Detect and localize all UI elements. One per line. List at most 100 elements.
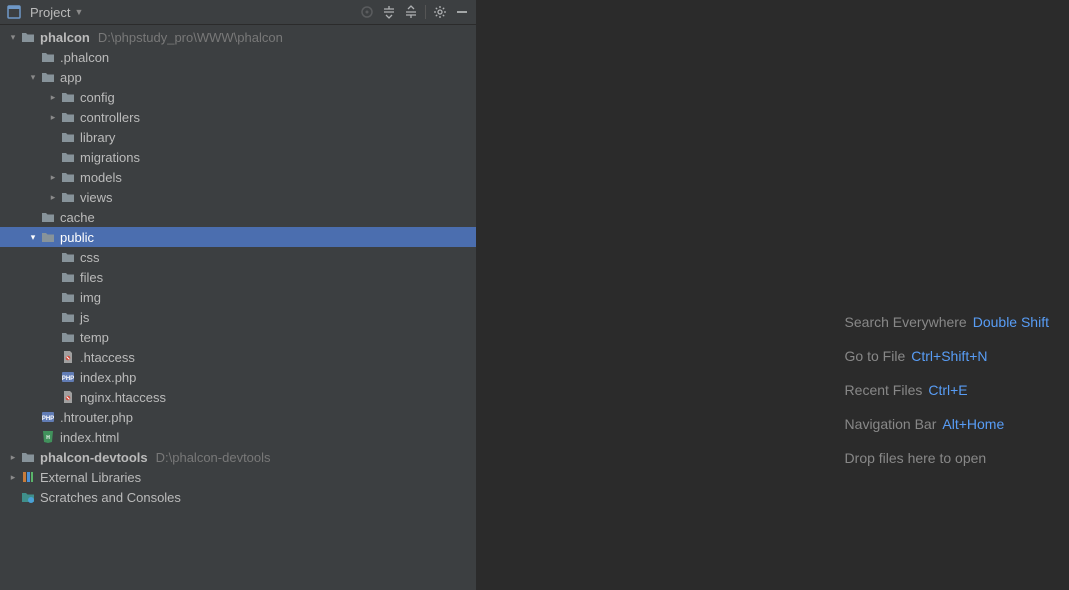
hide-icon[interactable] [454,4,470,20]
tip-shortcut: Alt+Home [942,416,1004,432]
project-panel: Project ▼ ▾phalconD:\phpstudy_pro\WWW\ph… [0,0,477,590]
tree-item-label: models [80,170,122,185]
php-icon: PHP [40,409,56,425]
folder-icon [60,89,76,105]
tree-item-css[interactable]: css [0,247,476,267]
tree-item-label: External Libraries [40,470,141,485]
svg-text:PHP: PHP [42,416,54,422]
tree-item-label: .htaccess [80,350,135,365]
tip-label: Go to File [845,348,906,364]
folder-icon [40,69,56,85]
chevron-right-icon[interactable]: ▸ [48,112,58,123]
tip-label: Recent Files [845,382,923,398]
tree-item-label: views [80,190,113,205]
tree-item-phalcon[interactable]: ▾phalconD:\phpstudy_pro\WWW\phalcon [0,27,476,47]
tree-item--phalcon[interactable]: .phalcon [0,47,476,67]
scratch-icon [20,489,36,505]
svg-text:PHP: PHP [62,376,74,382]
tree-item-label: app [60,70,82,85]
tree-item-external-libraries[interactable]: ▸ External Libraries [0,467,476,487]
project-icon [6,4,22,20]
folder-icon [60,249,76,265]
tree-item-label: index.html [60,430,119,445]
chevron-right-icon[interactable]: ▸ [48,172,58,183]
tree-item-label: .htrouter.php [60,410,133,425]
tip-shortcut: Ctrl+E [928,382,967,398]
tree-item-img[interactable]: img [0,287,476,307]
tip-shortcut: Ctrl+Shift+N [911,348,987,364]
folder-icon [20,449,36,465]
tree-item-label: cache [60,210,95,225]
tree-item-index-php[interactable]: PHPindex.php [0,367,476,387]
tree-item-index-html[interactable]: Hindex.html [0,427,476,447]
tree-item-label: controllers [80,110,140,125]
tree-item-public[interactable]: ▾ public [0,227,476,247]
project-title: Project [30,5,70,20]
tree-item-label: temp [80,330,109,345]
project-dropdown[interactable]: Project ▼ [6,4,83,20]
chevron-right-icon[interactable]: ▸ [8,452,18,463]
chevron-right-icon[interactable]: ▸ [48,192,58,203]
tip-navigation-bar: Navigation Bar Alt+Home [845,416,1049,432]
folder-icon [60,109,76,125]
collapse-all-icon[interactable] [403,4,419,20]
tree-item-label: Scratches and Consoles [40,490,181,505]
editor-area[interactable]: Search Everywhere Double Shift Go to File C… [477,0,1069,590]
php-icon: PHP [60,369,76,385]
tree-item-views[interactable]: ▸ views [0,187,476,207]
gear-icon[interactable] [432,4,448,20]
tree-item-label: public [60,230,94,245]
tree-item-nginx-htaccess[interactable]: nginx.htaccess [0,387,476,407]
tree-item-label: css [80,250,100,265]
tree-item-label: img [80,290,101,305]
tip-shortcut: Double Shift [973,314,1049,330]
welcome-tips: Search Everywhere Double Shift Go to File C… [845,314,1049,466]
tree-item-scratches-and-consoles[interactable]: Scratches and Consoles [0,487,476,507]
tip-recent-files: Recent Files Ctrl+E [845,382,1049,398]
tree-item--htrouter-php[interactable]: PHP .htrouter.php [0,407,476,427]
chevron-down-icon[interactable]: ▾ [8,32,18,43]
tree-item-label: phalcon-devtools [40,450,148,465]
tree-item-js[interactable]: js [0,307,476,327]
tip-search-everywhere: Search Everywhere Double Shift [845,314,1049,330]
chevron-down-icon[interactable]: ▾ [28,232,38,243]
project-toolbar: Project ▼ [0,0,476,25]
chevron-down-icon[interactable]: ▾ [28,72,38,83]
target-icon[interactable] [359,4,375,20]
chevron-right-icon[interactable]: ▸ [8,472,18,483]
folder-icon [40,49,56,65]
tree-item-label: nginx.htaccess [80,390,166,405]
tree-item-library[interactable]: library [0,127,476,147]
tree-item-app[interactable]: ▾ app [0,67,476,87]
tip-go-to-file: Go to File Ctrl+Shift+N [845,348,1049,364]
folder-icon [60,169,76,185]
tree-item-label: library [80,130,115,145]
tree-item-config[interactable]: ▸config [0,87,476,107]
tree-item--htaccess[interactable]: .htaccess [0,347,476,367]
tree-item-label: .phalcon [60,50,109,65]
folder-icon [60,129,76,145]
tree-item-hint: D:\phalcon-devtools [156,450,271,465]
folder-icon [60,289,76,305]
tree-item-controllers[interactable]: ▸ controllers [0,107,476,127]
hta-icon [60,389,76,405]
tree-item-temp[interactable]: temp [0,327,476,347]
tree-item-phalcon-devtools[interactable]: ▸ phalcon-devtools D:\phalcon-devtools [0,447,476,467]
tree-item-hint: D:\phpstudy_pro\WWW\phalcon [98,30,283,45]
folder-icon [40,229,56,245]
tip-label: Search Everywhere [845,314,967,330]
folder-icon [60,149,76,165]
chevron-right-icon[interactable]: ▸ [48,92,58,103]
tree-item-models[interactable]: ▸ models [0,167,476,187]
expand-all-icon[interactable] [381,4,397,20]
folder-icon [60,189,76,205]
tree-item-label: files [80,270,103,285]
folder-icon [40,209,56,225]
tip-label: Navigation Bar [845,416,937,432]
tree-item-migrations[interactable]: migrations [0,147,476,167]
tip-label: Drop files here to open [845,450,987,466]
tree-item-files[interactable]: files [0,267,476,287]
folder-icon [60,309,76,325]
project-tree[interactable]: ▾phalconD:\phpstudy_pro\WWW\phalcon .phal… [0,25,476,590]
tree-item-cache[interactable]: cache [0,207,476,227]
